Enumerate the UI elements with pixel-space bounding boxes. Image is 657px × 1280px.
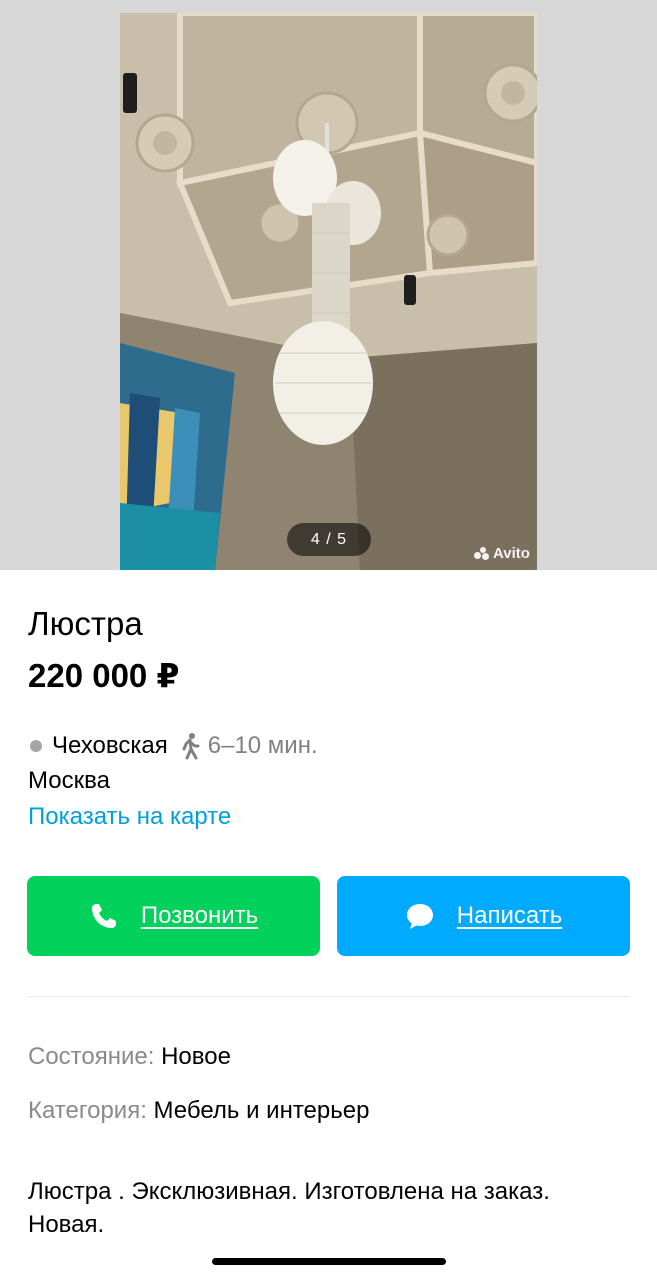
phone-icon	[91, 904, 116, 928]
param-category: Категория: Мебель и интерьер	[28, 1095, 369, 1127]
chandelier-photo-illustration	[120, 13, 537, 570]
walking-person-icon	[182, 733, 200, 760]
metro-line-dot	[30, 740, 42, 752]
listing-price: 220 000 ₽	[28, 657, 180, 694]
avito-watermark-text: Avito	[493, 545, 530, 562]
divider	[28, 996, 629, 997]
write-button[interactable]: Написать	[337, 876, 630, 956]
write-button-label: Написать	[456, 902, 563, 929]
chat-bubble-icon	[406, 904, 433, 929]
photo-counter: 4 / 5	[287, 523, 371, 556]
param-key: Категория:	[28, 1097, 147, 1124]
home-indicator[interactable]	[212, 1258, 446, 1265]
city: Москва	[28, 767, 110, 794]
walk-time: 6–10 мин.	[207, 732, 318, 759]
show-on-map-link[interactable]: Показать на карте	[28, 801, 231, 833]
param-condition: Состояние: Новое	[28, 1041, 231, 1073]
param-value: Новое	[161, 1043, 231, 1070]
metro-station: Чеховская	[52, 732, 168, 759]
param-key: Состояние:	[28, 1043, 155, 1070]
listing-photo[interactable]	[120, 13, 537, 570]
call-button-label: Позвонить	[140, 902, 259, 929]
listing-title: Люстра	[28, 605, 143, 642]
photo-gallery[interactable]: 4 / 5 Avito	[0, 0, 657, 570]
listing-description: Люстра . Эксклюзивная. Изготовлена на за…	[28, 1178, 550, 1238]
metro-row: Чеховская 6–10 мин.	[28, 730, 318, 762]
avito-logo-icon	[474, 547, 490, 560]
param-value: Мебель и интерьер	[153, 1097, 370, 1124]
avito-watermark: Avito	[474, 545, 530, 562]
call-button[interactable]: Позвонить	[27, 876, 320, 956]
